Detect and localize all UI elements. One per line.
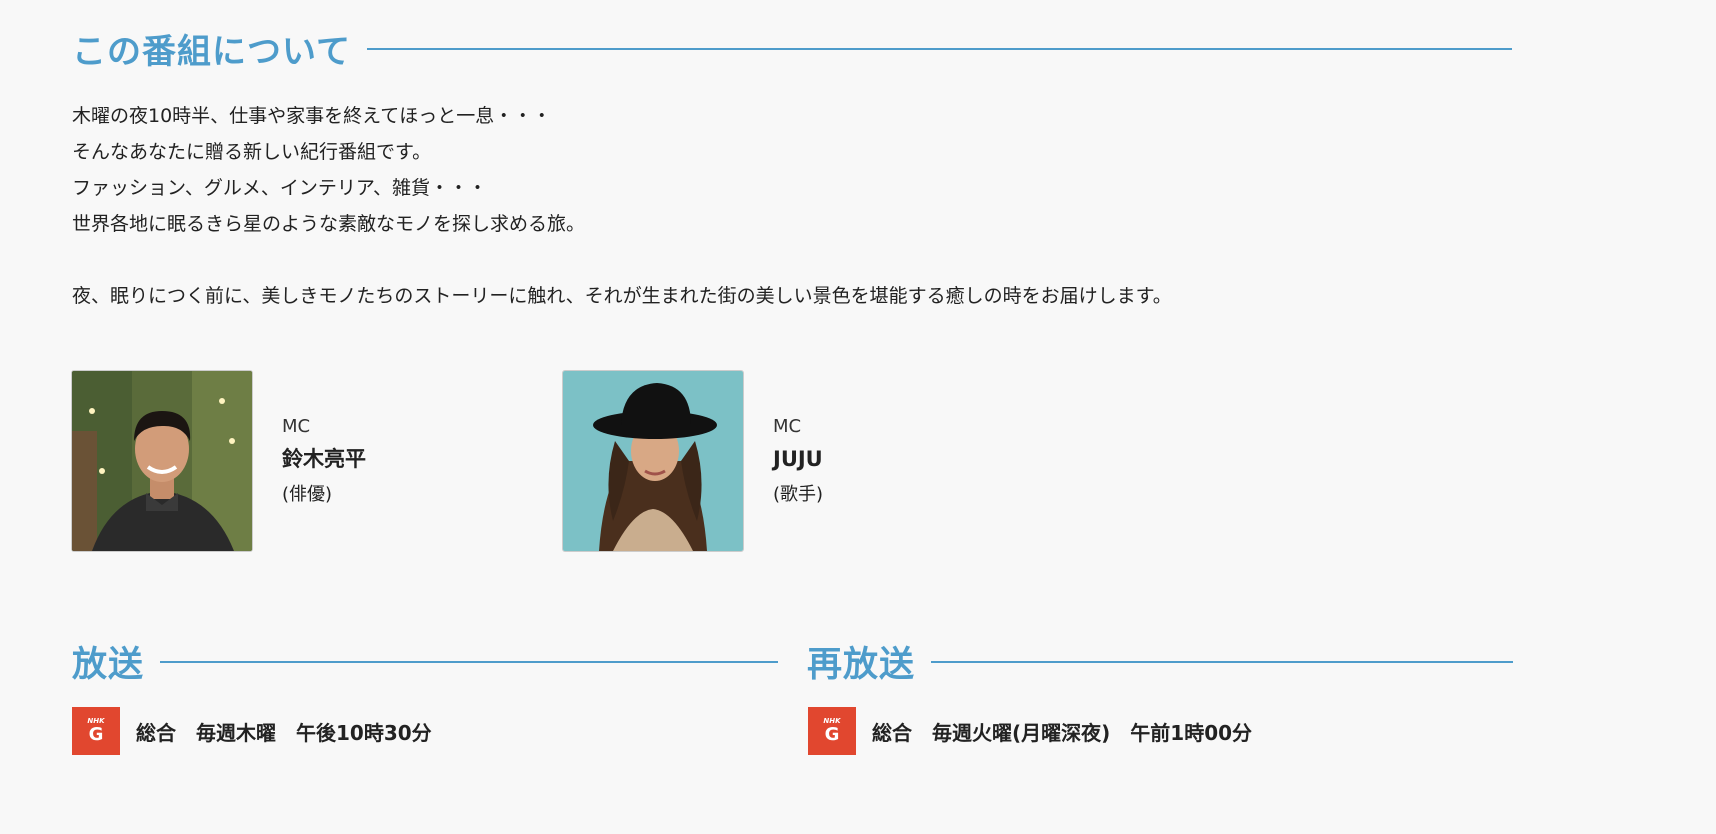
broadcast-schedule: NHK G 総合 毎週木曜 午後10時30分 — [72, 707, 432, 755]
broadcast-title: 放送 — [72, 645, 145, 685]
nhk-g-logo-icon: NHK G — [72, 707, 120, 755]
broadcast-time: 総合 毎週木曜 午後10時30分 — [136, 720, 432, 745]
cast-name: 鈴木亮平 — [282, 447, 366, 471]
cast-role: MC — [773, 416, 802, 437]
cast-photo-juju — [562, 370, 744, 552]
cast-card: MC 鈴木亮平 (俳優) — [71, 370, 366, 552]
rebroadcast-time: 総合 毎週火曜(月曜深夜) 午前1時00分 — [872, 720, 1253, 745]
description-line: 夜、眠りにつく前に、美しきモノたちのストーリーに触れ、それが生まれた街の美しい景… — [72, 285, 1172, 307]
cast-info: MC JUJU (歌手) — [773, 416, 823, 506]
about-title: この番組について — [72, 32, 351, 72]
header-rule — [366, 47, 1512, 50]
cast-occupation: (歌手) — [773, 484, 824, 505]
logo-g-letter: G — [88, 724, 104, 745]
about-section-header: この番組について — [72, 24, 1512, 73]
rebroadcast-section-header: 再放送 — [807, 636, 1513, 687]
description-line: 木曜の夜10時半、仕事や家事を終えてほっと一息・・・ — [72, 105, 552, 127]
logo-g-letter: G — [824, 724, 840, 745]
cast-info: MC 鈴木亮平 (俳優) — [282, 416, 366, 506]
header-rule — [931, 660, 1513, 663]
cast-role: MC — [282, 416, 311, 437]
cast-name: JUJU — [773, 447, 823, 471]
description-line: ファッション、グルメ、インテリア、雑貨・・・ — [72, 177, 487, 199]
rebroadcast-title: 再放送 — [807, 645, 916, 685]
description-line: 世界各地に眠るきら星のような素敵なモノを探し求める旅。 — [72, 213, 586, 235]
broadcast-section-header: 放送 — [72, 636, 778, 687]
cast-occupation: (俳優) — [282, 484, 333, 505]
cast-card: MC JUJU (歌手) — [562, 370, 823, 552]
program-description: 木曜の夜10時半、仕事や家事を終えてほっと一息・・・ そんなあなたに贈る新しい紀… — [72, 98, 1172, 314]
nhk-g-logo-icon: NHK G — [808, 707, 856, 755]
cast-photo-suzuki — [71, 370, 253, 552]
description-line: そんなあなたに贈る新しい紀行番組です。 — [72, 141, 432, 163]
rebroadcast-schedule: NHK G 総合 毎週火曜(月曜深夜) 午前1時00分 — [808, 707, 1252, 755]
header-rule — [160, 660, 778, 663]
